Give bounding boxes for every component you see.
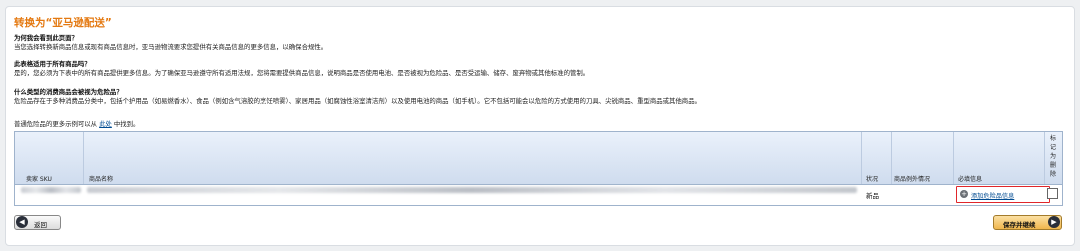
table-row: 新品 [15, 185, 1062, 203]
add-hazmat-info-link[interactable]: + 添加危险品信息 [956, 186, 1050, 203]
main-panel: 转换为“亚马逊配送” 为何我会看到此页面？ 当您选择转换新商品信息或现有商品信息… [5, 6, 1075, 246]
faq-question-2: 此表格适用于所有商品吗？ [14, 60, 91, 68]
products-table: 卖家 SKU 商品名称 状况 商品例外情况 必填信息 标记为删除 新品 + 添加… [14, 131, 1063, 206]
faq-answer-2: 是的，您必须为下表中的所有商品提供更多信息。为了确保亚马逊遵守所有适用法规，您将… [14, 69, 590, 77]
arrow-left-icon: ◀ [16, 216, 28, 228]
faq-answer-3: 危险品存在于多种消费品分类中，包括个护用品（如易燃香水）、食品（例如含气溶胶的烹… [14, 97, 701, 105]
faq-answer-1: 当您选择转换新商品信息或现有商品信息时，亚马逊物流要求您提供有关商品信息的更多信… [14, 43, 328, 51]
header-exception: 商品例外情况 [894, 176, 931, 183]
header-condition: 状况 [866, 176, 879, 183]
back-button[interactable]: ◀ 返回 [14, 215, 61, 230]
add-hazmat-info-label: 添加危险品信息 [971, 193, 1015, 200]
row-condition: 新品 [866, 192, 879, 200]
more-examples: 普通危险品的更多示例可以从 此处 中找到。 [14, 119, 139, 128]
col-divider [861, 132, 862, 184]
mark-delete-checkbox[interactable] [1047, 188, 1058, 199]
more-examples-link[interactable]: 此处 [99, 120, 112, 128]
back-button-label: 返回 [34, 221, 47, 229]
more-prefix: 普通危险品的更多示例可以从 [14, 120, 98, 128]
save-button-label: 保存并继续 [1003, 221, 1036, 229]
col-divider [953, 132, 954, 184]
col-divider [891, 132, 892, 184]
redacted-product-name [87, 187, 857, 193]
col-divider [83, 132, 84, 184]
faq-question-3: 什么类型的消费商品会被视为危险品？ [14, 88, 123, 96]
table-header: 卖家 SKU 商品名称 状况 商品例外情况 必填信息 标记为删除 [15, 132, 1062, 185]
header-sku: 卖家 SKU [26, 176, 52, 183]
plus-circle-icon: + [960, 190, 968, 198]
arrow-right-icon: ▶ [1048, 216, 1060, 228]
header-required-info: 必填信息 [958, 176, 983, 183]
page-title: 转换为“亚马逊配送” [14, 17, 112, 29]
col-divider [1044, 132, 1045, 184]
header-mark-delete: 标记为删除 [1049, 135, 1056, 178]
more-suffix: 中找到。 [113, 120, 140, 128]
save-continue-button[interactable]: 保存并继续 ▶ [993, 215, 1062, 230]
redacted-sku [21, 187, 81, 193]
header-product-name: 商品名称 [89, 176, 114, 183]
faq-question-1: 为何我会看到此页面？ [14, 34, 78, 42]
